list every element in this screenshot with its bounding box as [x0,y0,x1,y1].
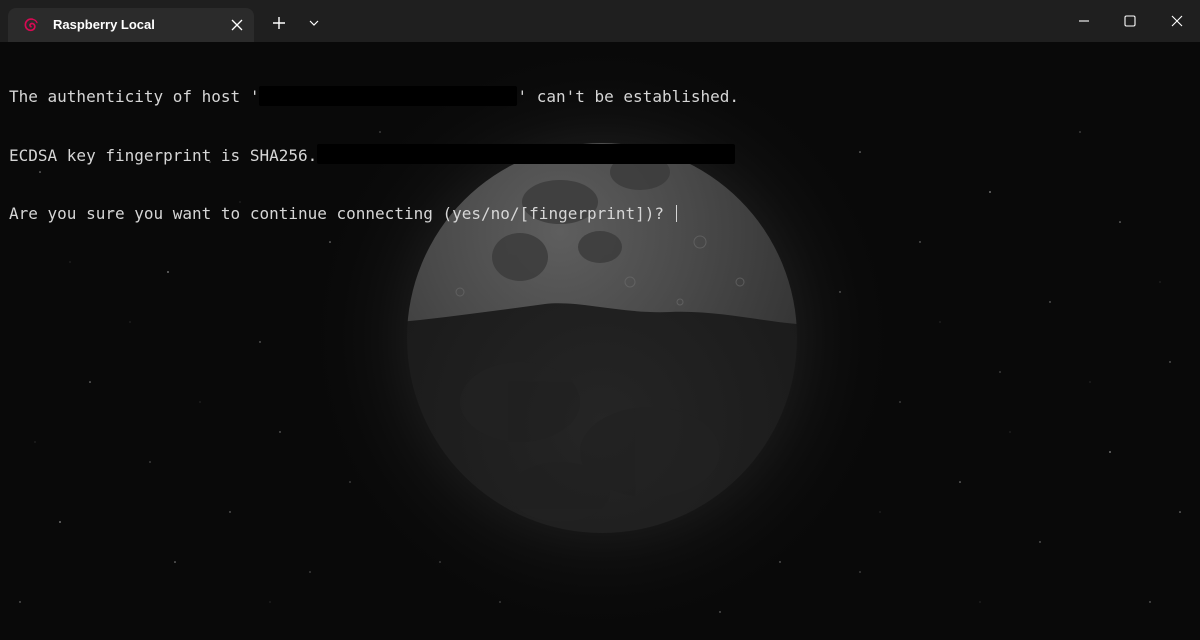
debian-swirl-icon [22,16,40,34]
close-window-button[interactable] [1153,0,1200,42]
minimize-button[interactable] [1061,0,1107,42]
line1-prefix: The authenticity of host ' [9,87,260,106]
redacted-fingerprint [317,144,736,164]
plus-icon [273,17,285,29]
terminal-pane[interactable]: The authenticity of host ' ' can't be est… [0,42,1200,640]
tab-label: Raspberry Local [53,17,155,32]
fingerprint-line: ECDSA key fingerprint is SHA256. [9,144,739,166]
maximize-button[interactable] [1107,0,1153,42]
redacted-hostname [259,85,518,106]
terminal-output: The authenticity of host ' ' can't be est… [9,48,739,263]
tab-raspberry-local[interactable]: Raspberry Local [8,8,254,42]
close-icon [231,19,243,31]
chevron-down-icon [309,20,319,26]
close-icon [1171,15,1182,27]
text-cursor [675,204,677,222]
tab-dropdown-button[interactable] [300,8,328,38]
confirm-prompt: Are you sure you want to continue connec… [9,204,674,223]
title-bar[interactable]: Raspberry Local [0,0,1200,42]
line1-suffix: ' can't be established. [517,87,740,106]
maximize-icon [1124,15,1136,27]
new-tab-button[interactable] [264,8,294,38]
tab-close-button[interactable] [226,14,248,36]
line2-prefix: ECDSA key fingerprint is SHA256. [9,145,318,165]
terminal-window: Raspberry Local The authenticity of host… [0,0,1200,640]
host-authenticity-line: The authenticity of host ' ' can't be est… [9,85,740,107]
confirm-prompt-line[interactable]: Are you sure you want to continue connec… [9,204,739,224]
minimize-icon [1079,20,1089,22]
